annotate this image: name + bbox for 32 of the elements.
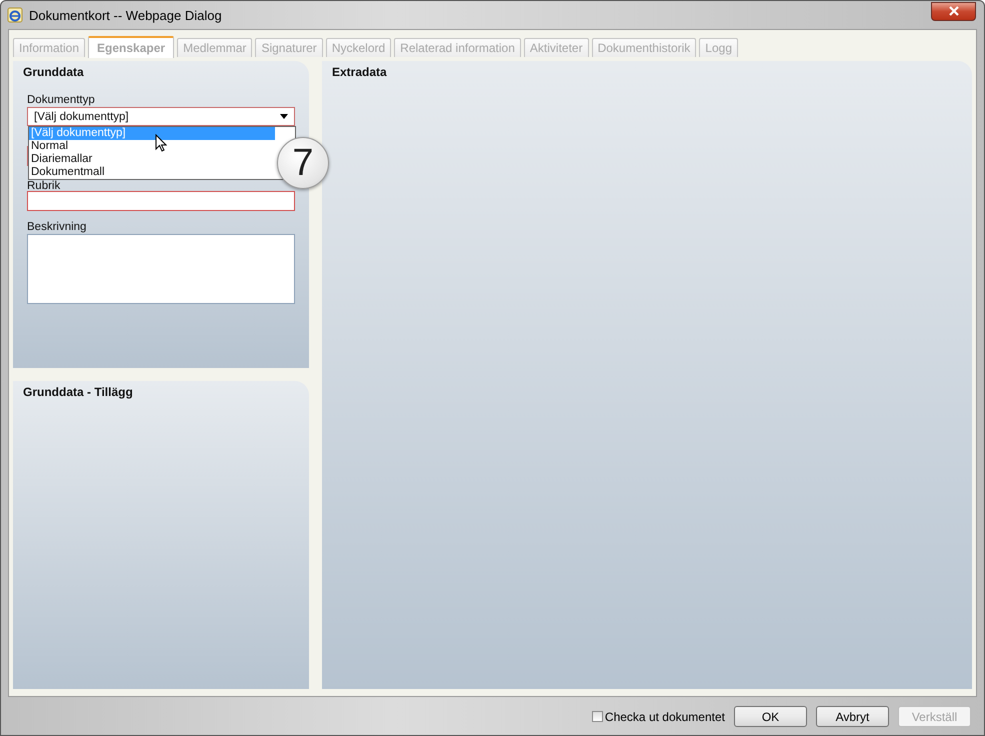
dropdown-option[interactable]: Diariemallar	[29, 153, 92, 166]
panel-title: Grunddata - Tillägg	[23, 385, 133, 399]
dialog-button[interactable]: Avbryt	[816, 706, 889, 727]
description-textarea[interactable]	[27, 234, 295, 304]
caret-icon	[280, 114, 288, 119]
tab[interactable]: Information	[13, 38, 86, 57]
tab[interactable]: Relaterad information	[394, 38, 521, 57]
tab[interactable]: Aktiviteter	[524, 38, 589, 57]
dialog-button[interactable]: OK	[734, 706, 807, 727]
dropdown-option[interactable]: [Välj dokumenttyp]	[29, 127, 275, 140]
browser-icon	[7, 7, 23, 23]
checkbox-label: Checka ut dokumentet	[604, 710, 725, 724]
dropdown-option[interactable]: Dokumentmall	[29, 166, 104, 179]
field-label: Rubrik	[27, 181, 62, 192]
window-title: Dokumentkort -- Webpage Dialog	[29, 8, 223, 22]
panel-title: Extradata	[332, 65, 387, 79]
close-button[interactable]	[931, 2, 976, 20]
tab[interactable]: Nyckelord	[326, 38, 392, 57]
panel-title: Grunddata	[23, 65, 84, 79]
tab[interactable]: Dokumenthistorik	[592, 38, 696, 57]
close-icon	[948, 6, 960, 16]
document-type-dropdown[interactable]: [Välj dokumenttyp]	[27, 107, 295, 126]
tab[interactable]: Signaturer	[255, 38, 323, 57]
tab[interactable]: Egenskaper	[88, 36, 174, 58]
cursor-icon	[155, 134, 167, 152]
dropdown-option[interactable]: Normal	[29, 140, 68, 153]
field-label: Dokumenttyp	[27, 94, 96, 107]
checkbox[interactable]	[592, 711, 603, 722]
field-label: Beskrivning	[27, 221, 88, 234]
title-input[interactable]	[27, 191, 295, 211]
tab[interactable]: Medlemmar	[177, 38, 252, 57]
tab[interactable]: Logg	[699, 38, 738, 57]
